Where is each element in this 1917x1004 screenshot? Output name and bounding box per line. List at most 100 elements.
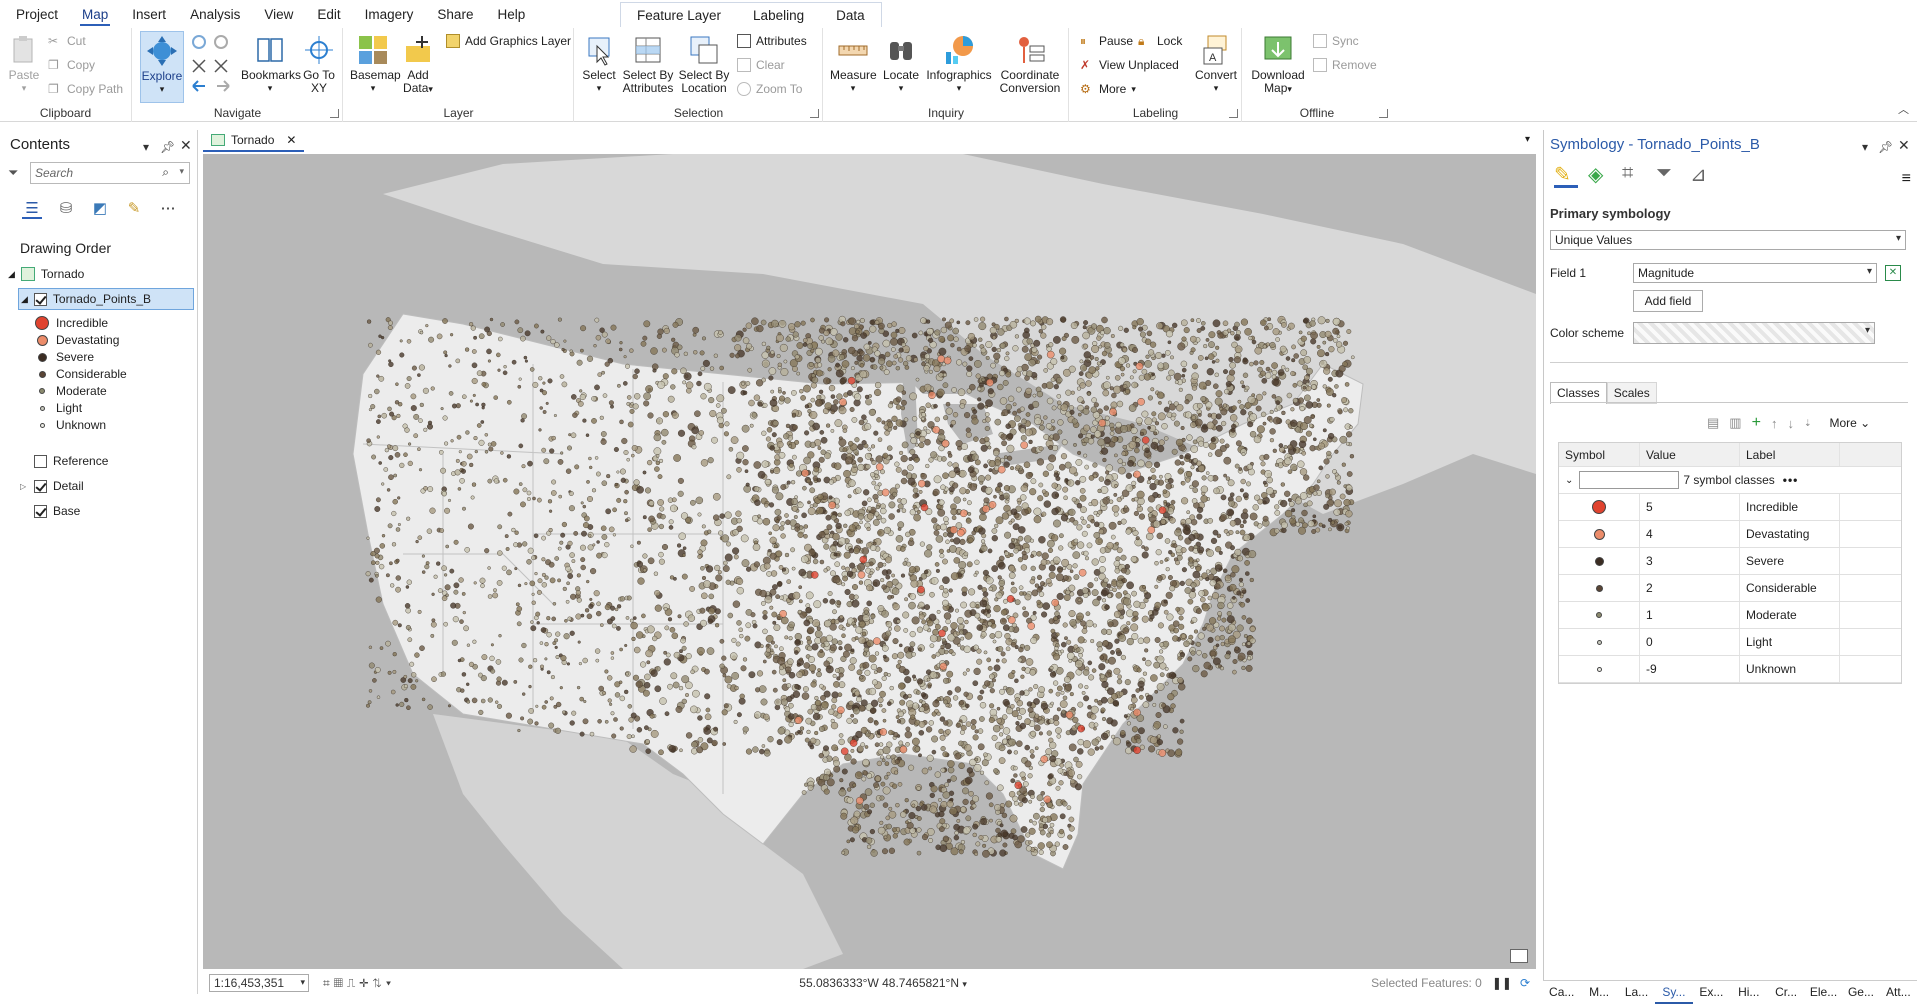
add-graphics-layer-button[interactable]: Add Graphics Layer bbox=[446, 34, 571, 48]
tornado-point bbox=[1174, 459, 1181, 466]
copy-path-button[interactable]: ❐ Copy Path bbox=[48, 82, 123, 96]
legend-item-unknown[interactable]: Unknown bbox=[34, 418, 106, 432]
collapse-ribbon-icon[interactable]: ︿ bbox=[1898, 101, 1909, 117]
paste-button[interactable]: Paste ▾ bbox=[6, 34, 42, 95]
tab-data[interactable]: Data bbox=[820, 3, 881, 27]
layer-visibility-checkbox[interactable] bbox=[33, 292, 47, 306]
tab-feature-layer[interactable]: Feature Layer bbox=[621, 3, 737, 27]
cut-button[interactable]: ✂ Cut bbox=[48, 34, 86, 48]
tornado-point bbox=[399, 352, 405, 358]
legend-item-devastating[interactable]: Devastating bbox=[34, 333, 119, 347]
pin-icon[interactable]: 📌︎ bbox=[160, 140, 175, 154]
remove-button[interactable]: Remove bbox=[1313, 58, 1377, 72]
layer-tree-item-detail[interactable]: ▷ Detail bbox=[20, 479, 84, 493]
tab-edit[interactable]: Edit bbox=[305, 0, 352, 28]
layer-visibility-checkbox[interactable] bbox=[34, 479, 47, 493]
tab-analysis[interactable]: Analysis bbox=[178, 0, 252, 28]
search-dropdown-icon[interactable]: ▾ bbox=[179, 166, 184, 177]
explore-button[interactable]: Explore ▾ bbox=[140, 31, 184, 103]
convert-button[interactable]: A Convert ▾ bbox=[1194, 34, 1238, 95]
selection-launcher-icon[interactable] bbox=[810, 109, 819, 118]
tab-project[interactable]: Project bbox=[4, 0, 70, 28]
add-data-button[interactable]: Add Data▾ bbox=[400, 34, 436, 96]
tornado-point bbox=[554, 645, 558, 650]
tornado-point bbox=[911, 332, 918, 339]
search-icon[interactable]: ⌕ bbox=[162, 165, 169, 180]
clear-selection-button[interactable]: Clear bbox=[737, 58, 785, 72]
close-tab-icon[interactable]: ✕ bbox=[286, 133, 296, 147]
tornado-point bbox=[1015, 464, 1021, 470]
layer-visibility-checkbox[interactable] bbox=[34, 454, 47, 468]
list-by-source-icon[interactable]: ⛁ bbox=[56, 199, 76, 219]
layer-tree-item-tornado-points[interactable]: ◢ Tornado_Points_B bbox=[18, 288, 194, 310]
filter-icon[interactable]: ⏷ bbox=[8, 165, 18, 181]
tornado-point bbox=[1024, 718, 1031, 725]
select-button[interactable]: Select ▾ bbox=[579, 34, 619, 95]
tornado-point bbox=[885, 630, 892, 637]
coordinate-conversion-button[interactable]: Coordinate Conversion bbox=[996, 34, 1064, 95]
tab-map[interactable]: Map bbox=[70, 0, 120, 28]
more-options-icon[interactable]: ⋯ bbox=[158, 199, 178, 219]
view-unplaced-button[interactable]: ✗ View Unplaced bbox=[1080, 58, 1179, 72]
legend-item-moderate[interactable]: Moderate bbox=[34, 384, 107, 398]
tornado-point bbox=[541, 582, 547, 588]
search-input[interactable]: Search ⌕ ▾ bbox=[30, 162, 190, 184]
infographics-button[interactable]: Infographics ▾ bbox=[924, 34, 994, 95]
go-to-xy-button[interactable]: Go To XY bbox=[301, 34, 337, 95]
tornado-point bbox=[1157, 622, 1164, 629]
lock-labeling-button[interactable]: 🔒︎ Lock bbox=[1138, 34, 1182, 48]
select-by-attributes-button[interactable]: Select By Attributes bbox=[621, 34, 675, 95]
zoom-to-label: Zoom To bbox=[756, 82, 803, 96]
tornado-point bbox=[532, 496, 536, 501]
copy-button[interactable]: ❐ Copy bbox=[48, 58, 95, 72]
tornado-point bbox=[924, 569, 929, 575]
list-by-drawing-order-icon[interactable]: ☰ bbox=[22, 199, 42, 219]
collapse-icon[interactable]: ◢ bbox=[8, 269, 15, 280]
expand-icon[interactable]: ▷ bbox=[20, 482, 28, 491]
tornado-point bbox=[1111, 734, 1116, 739]
pause-labeling-button[interactable]: ⏸ Pause bbox=[1080, 34, 1133, 48]
tab-share[interactable]: Share bbox=[425, 0, 485, 28]
legend-item-severe[interactable]: Severe bbox=[34, 350, 94, 364]
tab-imagery[interactable]: Imagery bbox=[353, 0, 426, 28]
tab-insert[interactable]: Insert bbox=[120, 0, 178, 28]
map-canvas[interactable] bbox=[203, 154, 1536, 969]
navigate-launcher-icon[interactable] bbox=[330, 109, 339, 118]
zoom-to-selection-button[interactable]: Zoom To bbox=[737, 82, 802, 96]
sync-button[interactable]: Sync bbox=[1313, 34, 1359, 48]
labeling-launcher-icon[interactable] bbox=[1229, 109, 1238, 118]
legend-item-light[interactable]: Light bbox=[34, 401, 82, 415]
measure-button[interactable]: Measure ▾ bbox=[830, 34, 877, 95]
tornado-point bbox=[522, 487, 528, 493]
list-by-selection-icon[interactable]: ◩ bbox=[90, 199, 110, 219]
close-icon[interactable]: ✕ bbox=[180, 137, 192, 154]
bookmarks-button[interactable]: Bookmarks ▾ bbox=[241, 34, 301, 95]
tab-labeling[interactable]: Labeling bbox=[737, 3, 820, 27]
select-by-location-button[interactable]: Select By Location bbox=[677, 34, 731, 95]
map-tree-item[interactable]: ◢ Tornado bbox=[8, 267, 84, 281]
tornado-point bbox=[734, 685, 739, 691]
attributes-button[interactable]: Attributes bbox=[737, 34, 807, 48]
download-map-button[interactable]: Download Map▾ bbox=[1249, 34, 1307, 96]
layer-tree-item-base[interactable]: Base bbox=[20, 504, 80, 518]
tornado-point bbox=[1098, 566, 1106, 573]
more-labeling-button[interactable]: ⚙ More ▾ bbox=[1080, 82, 1136, 96]
contents-menu-icon[interactable]: ▾ bbox=[143, 140, 149, 154]
list-by-editing-icon[interactable]: ✎ bbox=[124, 199, 144, 219]
map-view-tab[interactable]: Tornado ✕ bbox=[203, 130, 305, 152]
layer-visibility-checkbox[interactable] bbox=[34, 504, 47, 518]
basemap-button[interactable]: Basemap ▾ bbox=[350, 34, 401, 95]
legend-item-incredible[interactable]: Incredible bbox=[34, 316, 108, 330]
locate-button[interactable]: Locate ▾ bbox=[880, 34, 922, 95]
collapse-icon[interactable]: ◢ bbox=[21, 294, 28, 305]
tornado-point bbox=[1119, 342, 1125, 348]
tab-view[interactable]: View bbox=[252, 0, 305, 28]
tornado-point bbox=[842, 650, 850, 658]
tornado-point bbox=[990, 362, 996, 369]
legend-item-considerable[interactable]: Considerable bbox=[34, 367, 127, 381]
view-list-icon[interactable]: ▾ bbox=[1525, 134, 1530, 145]
offline-launcher-icon[interactable] bbox=[1379, 109, 1388, 118]
tab-help[interactable]: Help bbox=[485, 0, 537, 28]
layer-tree-item-reference[interactable]: Reference bbox=[20, 454, 108, 468]
tornado-point bbox=[576, 597, 582, 603]
